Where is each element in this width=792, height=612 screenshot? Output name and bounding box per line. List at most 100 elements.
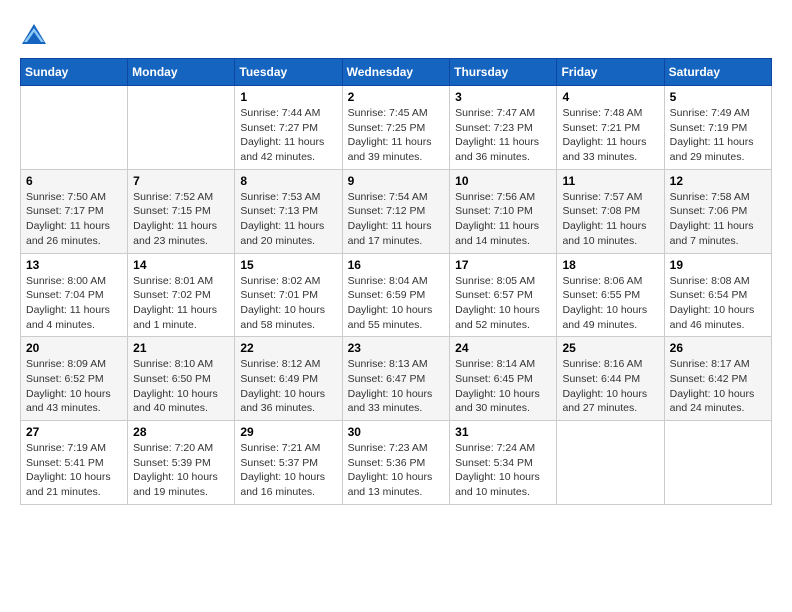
calendar-cell: 18 Sunrise: 8:06 AMSunset: 6:55 PMDayligh…	[557, 253, 664, 337]
day-number: 10	[455, 174, 551, 188]
day-info: Sunrise: 7:52 AMSunset: 7:15 PMDaylight:…	[133, 190, 229, 249]
calendar-cell: 21 Sunrise: 8:10 AMSunset: 6:50 PMDayligh…	[128, 337, 235, 421]
calendar-table: SundayMondayTuesdayWednesdayThursdayFrid…	[20, 58, 772, 505]
day-info: Sunrise: 7:21 AMSunset: 5:37 PMDaylight:…	[240, 441, 336, 500]
day-info: Sunrise: 7:57 AMSunset: 7:08 PMDaylight:…	[562, 190, 658, 249]
day-number: 9	[348, 174, 445, 188]
week-row-4: 20 Sunrise: 8:09 AMSunset: 6:52 PMDayligh…	[21, 337, 772, 421]
day-number: 21	[133, 341, 229, 355]
day-info: Sunrise: 7:45 AMSunset: 7:25 PMDaylight:…	[348, 106, 445, 165]
day-number: 14	[133, 258, 229, 272]
logo	[20, 20, 52, 48]
day-info: Sunrise: 8:14 AMSunset: 6:45 PMDaylight:…	[455, 357, 551, 416]
day-number: 20	[26, 341, 122, 355]
day-info: Sunrise: 7:24 AMSunset: 5:34 PMDaylight:…	[455, 441, 551, 500]
day-info: Sunrise: 7:50 AMSunset: 7:17 PMDaylight:…	[26, 190, 122, 249]
day-info: Sunrise: 7:48 AMSunset: 7:21 PMDaylight:…	[562, 106, 658, 165]
day-number: 16	[348, 258, 445, 272]
calendar-cell	[557, 421, 664, 505]
week-row-5: 27Sunrise: 7:19 AMSunset: 5:41 PMDayligh…	[21, 421, 772, 505]
day-info: Sunrise: 7:56 AMSunset: 7:10 PMDaylight:…	[455, 190, 551, 249]
day-info: Sunrise: 8:05 AMSunset: 6:57 PMDaylight:…	[455, 274, 551, 333]
calendar-cell: 12 Sunrise: 7:58 AMSunset: 7:06 PMDayligh…	[664, 169, 771, 253]
calendar-cell: 24 Sunrise: 8:14 AMSunset: 6:45 PMDayligh…	[450, 337, 557, 421]
day-info: Sunrise: 8:10 AMSunset: 6:50 PMDaylight:…	[133, 357, 229, 416]
day-info: Sunrise: 8:04 AMSunset: 6:59 PMDaylight:…	[348, 274, 445, 333]
day-number: 7	[133, 174, 229, 188]
page-header	[20, 20, 772, 48]
day-number: 25	[562, 341, 658, 355]
day-number: 19	[670, 258, 766, 272]
day-number: 31	[455, 425, 551, 439]
calendar-cell: 6 Sunrise: 7:50 AMSunset: 7:17 PMDaylight…	[21, 169, 128, 253]
calendar-cell: 3 Sunrise: 7:47 AMSunset: 7:23 PMDaylight…	[450, 86, 557, 170]
calendar-cell: 11 Sunrise: 7:57 AMSunset: 7:08 PMDayligh…	[557, 169, 664, 253]
calendar-cell	[128, 86, 235, 170]
day-number: 15	[240, 258, 336, 272]
day-number: 23	[348, 341, 445, 355]
calendar-cell: 20 Sunrise: 8:09 AMSunset: 6:52 PMDayligh…	[21, 337, 128, 421]
logo-icon	[20, 20, 48, 48]
day-info: Sunrise: 8:06 AMSunset: 6:55 PMDaylight:…	[562, 274, 658, 333]
day-info: Sunrise: 7:23 AMSunset: 5:36 PMDaylight:…	[348, 441, 445, 500]
calendar-cell: 2 Sunrise: 7:45 AMSunset: 7:25 PMDaylight…	[342, 86, 450, 170]
calendar-cell: 27Sunrise: 7:19 AMSunset: 5:41 PMDayligh…	[21, 421, 128, 505]
day-number: 28	[133, 425, 229, 439]
calendar-cell: 5 Sunrise: 7:49 AMSunset: 7:19 PMDaylight…	[664, 86, 771, 170]
calendar-cell: 19 Sunrise: 8:08 AMSunset: 6:54 PMDayligh…	[664, 253, 771, 337]
day-info: Sunrise: 8:09 AMSunset: 6:52 PMDaylight:…	[26, 357, 122, 416]
day-info: Sunrise: 7:58 AMSunset: 7:06 PMDaylight:…	[670, 190, 766, 249]
weekday-header-monday: Monday	[128, 59, 235, 86]
day-info: Sunrise: 8:01 AMSunset: 7:02 PMDaylight:…	[133, 274, 229, 333]
week-row-2: 6 Sunrise: 7:50 AMSunset: 7:17 PMDaylight…	[21, 169, 772, 253]
day-number: 8	[240, 174, 336, 188]
day-number: 12	[670, 174, 766, 188]
calendar-cell: 28 Sunrise: 7:20 AMSunset: 5:39 PMDayligh…	[128, 421, 235, 505]
day-number: 24	[455, 341, 551, 355]
calendar-cell: 15 Sunrise: 8:02 AMSunset: 7:01 PMDayligh…	[235, 253, 342, 337]
day-number: 11	[562, 174, 658, 188]
calendar-cell: 8Sunrise: 7:53 AMSunset: 7:13 PMDaylight…	[235, 169, 342, 253]
day-number: 13	[26, 258, 122, 272]
calendar-cell: 25Sunrise: 8:16 AMSunset: 6:44 PMDayligh…	[557, 337, 664, 421]
day-number: 26	[670, 341, 766, 355]
day-info: Sunrise: 7:54 AMSunset: 7:12 PMDaylight:…	[348, 190, 445, 249]
calendar-cell: 9 Sunrise: 7:54 AMSunset: 7:12 PMDaylight…	[342, 169, 450, 253]
calendar-cell: 23Sunrise: 8:13 AMSunset: 6:47 PMDayligh…	[342, 337, 450, 421]
day-number: 5	[670, 90, 766, 104]
day-info: Sunrise: 8:00 AMSunset: 7:04 PMDaylight:…	[26, 274, 122, 333]
day-number: 2	[348, 90, 445, 104]
calendar-cell: 13 Sunrise: 8:00 AMSunset: 7:04 PMDayligh…	[21, 253, 128, 337]
day-info: Sunrise: 8:08 AMSunset: 6:54 PMDaylight:…	[670, 274, 766, 333]
day-number: 1	[240, 90, 336, 104]
calendar-cell: 7 Sunrise: 7:52 AMSunset: 7:15 PMDaylight…	[128, 169, 235, 253]
day-number: 3	[455, 90, 551, 104]
calendar-cell: 4Sunrise: 7:48 AMSunset: 7:21 PMDaylight…	[557, 86, 664, 170]
day-info: Sunrise: 8:02 AMSunset: 7:01 PMDaylight:…	[240, 274, 336, 333]
calendar-cell: 29 Sunrise: 7:21 AMSunset: 5:37 PMDayligh…	[235, 421, 342, 505]
weekday-header-saturday: Saturday	[664, 59, 771, 86]
day-info: Sunrise: 7:49 AMSunset: 7:19 PMDaylight:…	[670, 106, 766, 165]
week-row-3: 13 Sunrise: 8:00 AMSunset: 7:04 PMDayligh…	[21, 253, 772, 337]
weekday-header-thursday: Thursday	[450, 59, 557, 86]
calendar-cell: 22 Sunrise: 8:12 AMSunset: 6:49 PMDayligh…	[235, 337, 342, 421]
calendar-cell	[21, 86, 128, 170]
weekday-header-tuesday: Tuesday	[235, 59, 342, 86]
day-number: 18	[562, 258, 658, 272]
day-info: Sunrise: 8:12 AMSunset: 6:49 PMDaylight:…	[240, 357, 336, 416]
day-number: 29	[240, 425, 336, 439]
day-number: 30	[348, 425, 445, 439]
day-number: 6	[26, 174, 122, 188]
calendar-cell	[664, 421, 771, 505]
weekday-header-sunday: Sunday	[21, 59, 128, 86]
calendar-cell: 14 Sunrise: 8:01 AMSunset: 7:02 PMDayligh…	[128, 253, 235, 337]
calendar-cell: 17 Sunrise: 8:05 AMSunset: 6:57 PMDayligh…	[450, 253, 557, 337]
weekday-header-row: SundayMondayTuesdayWednesdayThursdayFrid…	[21, 59, 772, 86]
day-info: Sunrise: 7:47 AMSunset: 7:23 PMDaylight:…	[455, 106, 551, 165]
day-number: 22	[240, 341, 336, 355]
day-info: Sunrise: 7:20 AMSunset: 5:39 PMDaylight:…	[133, 441, 229, 500]
day-info: Sunrise: 8:17 AMSunset: 6:42 PMDaylight:…	[670, 357, 766, 416]
day-number: 17	[455, 258, 551, 272]
calendar-cell: 10 Sunrise: 7:56 AMSunset: 7:10 PMDayligh…	[450, 169, 557, 253]
weekday-header-wednesday: Wednesday	[342, 59, 450, 86]
